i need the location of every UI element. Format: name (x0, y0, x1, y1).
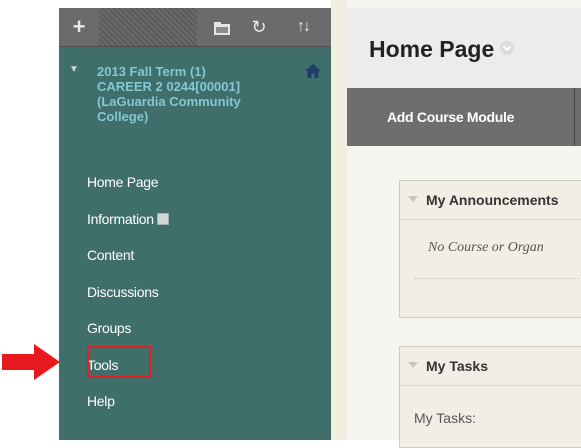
menu-item-help[interactable]: Help (87, 383, 169, 420)
menu-item-home-page[interactable]: Home Page (87, 164, 169, 201)
menu-item-label: Groups (87, 320, 132, 336)
course-title-line: 2013 Fall Term (1) (97, 64, 206, 79)
menu-item-label: Discussions (87, 283, 159, 300)
page-header: Home Page (347, 8, 581, 88)
home-icon[interactable] (305, 64, 321, 78)
content-area-icon (156, 212, 169, 225)
course-title[interactable]: 2013 Fall Term (1) CAREER 2 0244[00001] … (97, 64, 297, 124)
collapse-toggle-icon[interactable] (408, 362, 418, 368)
menu-item-information[interactable]: Information (87, 201, 169, 238)
annotation-arrow-icon (2, 344, 60, 380)
add-menu-item-button[interactable]: + (59, 8, 99, 46)
menu-item-content[interactable]: Content (87, 237, 169, 274)
collapse-caret-icon[interactable]: ▼ (69, 64, 79, 75)
menu-item-label: Help (87, 393, 115, 409)
menu-item-label: Information (87, 210, 154, 227)
module-title: My Announcements (426, 192, 559, 208)
sort-icon[interactable]: ↑↓ (287, 8, 319, 46)
toolbar-spacer (99, 8, 197, 46)
tasks-label: My Tasks: (414, 410, 476, 426)
add-course-module-button[interactable]: Add Course Module (347, 88, 575, 146)
course-title-line: (LaGuardia Community (97, 94, 241, 109)
menu-item-label: Home Page (87, 174, 159, 190)
divider (414, 278, 581, 279)
menu-item-label: Content (87, 247, 134, 263)
module-title: My Tasks (426, 358, 488, 374)
collapse-toggle-icon[interactable] (408, 196, 418, 202)
course-menu: Home Page Information Content Discussion… (87, 164, 169, 420)
page-title[interactable]: Home Page (369, 36, 515, 63)
page-title-text: Home Page (369, 36, 495, 62)
action-bar: Add Course Module (347, 88, 581, 146)
folder-icon[interactable] (207, 8, 237, 46)
refresh-icon[interactable]: ↻ (245, 8, 273, 46)
module-header[interactable]: My Tasks (400, 347, 581, 386)
menu-item-groups[interactable]: Groups (87, 310, 169, 347)
menu-item-discussions[interactable]: Discussions (87, 274, 169, 311)
main-content: Home Page Add Course Module My Announcem… (347, 0, 581, 448)
module-header[interactable]: My Announcements (400, 181, 581, 220)
content-divider (331, 0, 348, 440)
course-title-line: College) (97, 109, 149, 124)
module-announcements: My Announcements No Course or Organ (399, 180, 581, 318)
module-tasks: My Tasks My Tasks: (399, 346, 581, 448)
announcement-text: No Course or Organ (428, 240, 544, 255)
sidebar-toolbar: + ↻ ↑↓ (59, 8, 331, 47)
chevron-down-icon[interactable] (500, 41, 515, 55)
tools-highlight-box (87, 346, 151, 378)
course-title-line: CAREER 2 0244[00001] (97, 79, 241, 94)
